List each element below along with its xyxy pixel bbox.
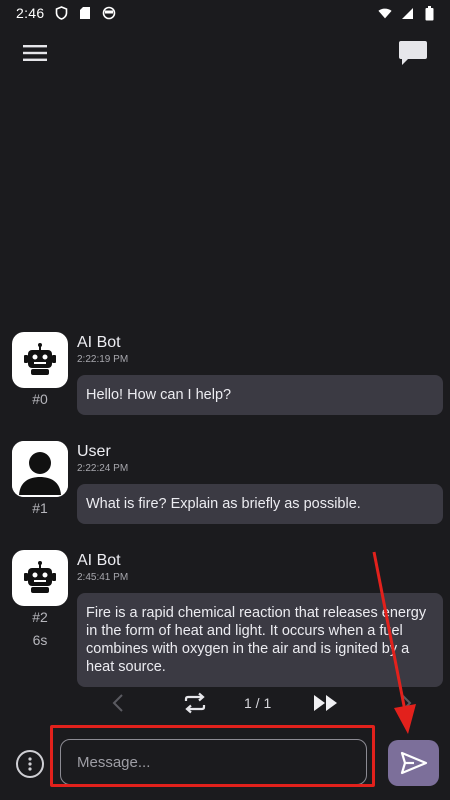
response-duration: 6s [32, 632, 48, 648]
message-time: 2:22:24 PM [77, 463, 129, 474]
battery-icon [422, 5, 436, 20]
regenerate-button[interactable] [182, 686, 208, 720]
message-time: 2:45:41 PM [77, 572, 129, 583]
continue-button[interactable] [312, 686, 340, 720]
chevron-left-icon [112, 694, 123, 712]
message-bubble[interactable]: Hello! How can I help? [77, 375, 443, 415]
circle-icon [102, 6, 116, 20]
robot-icon [24, 343, 56, 375]
sender-name: AI Bot [77, 334, 121, 351]
message-bubble[interactable]: What is fire? Explain as briefly as poss… [77, 484, 443, 524]
menu-icon [23, 45, 47, 61]
status-time: 2:46 [16, 5, 45, 21]
bot-avatar [12, 332, 68, 388]
new-chat-button[interactable] [396, 36, 430, 70]
fast-forward-icon [314, 695, 337, 711]
message-time: 2:22:19 PM [77, 354, 129, 365]
response-navigation: 1 / 1 [78, 686, 444, 720]
chat-bubble-icon [399, 41, 427, 65]
robot-icon [24, 561, 56, 593]
sd-card-icon [78, 6, 92, 20]
bot-avatar [12, 550, 68, 606]
response-count: 1 / 1 [244, 695, 272, 711]
wifi-icon [378, 6, 392, 20]
previous-response-button[interactable] [106, 686, 130, 720]
user-avatar [12, 441, 68, 497]
sender-name: User [77, 443, 111, 460]
status-bar: 2:46 [0, 0, 450, 26]
signal-icon [400, 6, 414, 20]
shield-icon [54, 6, 68, 20]
user-icon [12, 441, 68, 497]
message-index: #0 [32, 391, 48, 407]
regenerate-icon [184, 692, 206, 714]
options-button[interactable] [16, 750, 44, 778]
next-response-button[interactable] [396, 686, 416, 720]
app-bar [0, 26, 450, 80]
message-input[interactable] [60, 739, 367, 785]
chevron-right-icon [401, 694, 412, 712]
input-bar [0, 728, 450, 800]
send-button[interactable] [388, 740, 439, 786]
message-index: #2 [32, 609, 48, 625]
message-index: #1 [32, 500, 48, 516]
menu-button[interactable] [20, 38, 50, 68]
sender-name: AI Bot [77, 552, 121, 569]
more-vertical-icon [28, 757, 32, 771]
message-bubble[interactable]: Fire is a rapid chemical reaction that r… [77, 593, 443, 687]
send-icon [400, 751, 427, 775]
